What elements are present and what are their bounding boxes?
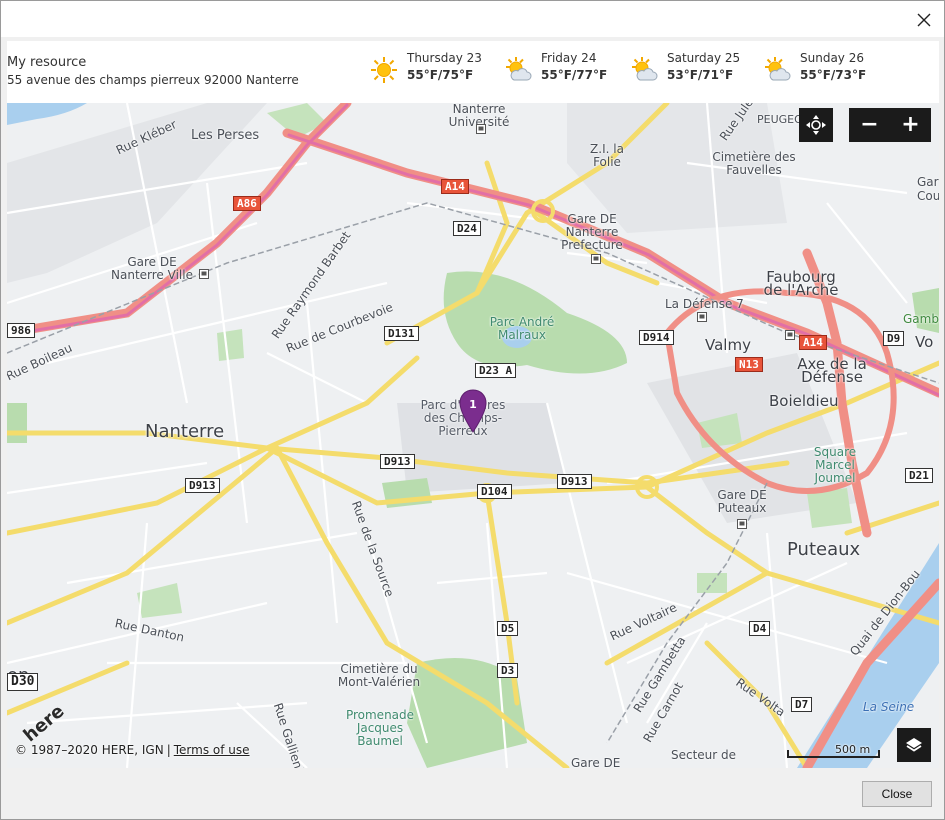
place-zi-la-folie: Z.I. la Folie — [590, 142, 624, 169]
train-station-icon — [697, 312, 707, 322]
road-shield-d913: D913 — [380, 454, 415, 469]
zoom-controls: − + — [849, 108, 931, 142]
road-shield-d9: D9 — [883, 331, 905, 346]
road-shield-d30: D30 — [7, 673, 39, 691]
close-button[interactable]: Close — [862, 781, 932, 807]
weather-temp: 55°F/75°F — [407, 68, 474, 82]
weather-temp: 55°F/77°F — [541, 68, 608, 82]
place-valmy: Valmy — [705, 336, 751, 354]
partly-cloudy-icon — [765, 57, 791, 81]
road-shield-d914: D914 — [639, 330, 674, 345]
weather-day-4: Sunday 26 55°F/73°F — [762, 51, 866, 85]
train-station-icon — [476, 124, 486, 134]
road-shield-n13: N13 — [735, 357, 763, 372]
resource-name: My resource — [7, 55, 87, 70]
station-puteaux: Gare DE Puteaux — [717, 488, 767, 515]
close-x-icon[interactable] — [907, 7, 941, 33]
station-nanterre-prefecture: Gare DE Nanterre Prefecture — [561, 212, 623, 252]
map-copyright: © 1987–2020 HERE, IGN | Terms of use — [15, 743, 250, 757]
place-les-perses: Les Perses — [191, 128, 260, 143]
layers-icon — [906, 738, 922, 752]
weather-day-label: Friday 24 — [541, 51, 597, 65]
weather-temp: 55°F/73°F — [800, 68, 867, 82]
road-shield-d21: D21 — [905, 468, 933, 483]
zoom-out-button[interactable]: − — [855, 114, 885, 136]
map-dialog: My resource 55 avenue des champs pierreu… — [0, 0, 945, 820]
marker-label: 1 — [469, 398, 477, 411]
road-shield-d104: D104 — [477, 484, 512, 499]
road-shield-d131: D131 — [384, 326, 419, 341]
layers-button[interactable] — [897, 728, 931, 762]
road-shield-a14: A14 — [441, 179, 469, 194]
place-cimetiere-des-fauvelles: Cimetière des Fauvelles — [712, 150, 796, 177]
road-shield-d7: D7 — [791, 697, 813, 712]
train-station-icon — [591, 254, 601, 264]
road-shield-a86: A86 — [233, 196, 261, 211]
sunny-icon — [371, 57, 397, 83]
weather-day-label: Thursday 23 — [407, 51, 482, 65]
place-boieldieu: Boieldieu — [769, 392, 839, 410]
road-shield-d24: D24 — [453, 221, 481, 236]
river-la-seine: La Seine — [863, 700, 915, 714]
place-puteaux: Puteaux — [787, 539, 861, 560]
weather-day-3: Saturday 25 53°F/71°F — [629, 51, 740, 85]
road-shield-d4: D4 — [749, 621, 771, 636]
pan-move-button[interactable] — [799, 108, 833, 142]
weather-day-2: Friday 24 55°F/77°F — [503, 51, 607, 85]
road-shield-986: 986 — [7, 323, 35, 338]
park-square-marcel-joumel: Square Marcel Joumel — [813, 445, 857, 485]
pan-move-icon — [806, 115, 826, 135]
place-axe-de-la-defense: Axe de la Défense — [797, 355, 867, 386]
place-cour-right: Cour — [917, 189, 939, 203]
place-faubourg-de-larche: Faubourg de l'Arche — [763, 268, 839, 299]
map-canvas[interactable]: Nanterre Puteaux Faubourg de l'Arche Axe… — [7, 103, 939, 768]
place-secteur-de: Secteur de — [671, 748, 737, 762]
station-gare-de: Gare DE — [571, 756, 621, 769]
road-shield-d913-east: D913 — [557, 474, 592, 489]
scale-bar — [787, 750, 880, 758]
road-shield-d3: D3 — [497, 663, 519, 678]
road-shield-d23a: D23 A — [475, 363, 517, 378]
weather-day-1: Thursday 23 55°F/75°F — [369, 51, 482, 85]
station-nanterre-ville: Gare DE Nanterre Ville — [111, 255, 193, 282]
partly-cloudy-icon — [506, 57, 532, 81]
place-gar-right: Gar — [917, 175, 939, 189]
place-nanterre: Nanterre — [145, 421, 225, 442]
location-marker[interactable]: 1 — [459, 389, 487, 433]
place-vo-right: Vo — [915, 333, 934, 351]
copyright-text: © 1987–2020 HERE, IGN — [15, 743, 164, 757]
park-andre-malraux: Parc André Malraux — [489, 315, 555, 342]
zoom-in-button[interactable]: + — [896, 114, 926, 136]
resource-address: 55 avenue des champs pierreux 92000 Nant… — [7, 73, 299, 87]
train-station-icon — [737, 519, 747, 529]
title-bar — [1, 1, 944, 37]
train-station-icon — [785, 330, 795, 340]
content-panel: My resource 55 avenue des champs pierreu… — [7, 41, 939, 768]
road-shield-d5: D5 — [497, 621, 519, 636]
place-gamb: Gamb — [903, 312, 939, 326]
weather-temp: 53°F/71°F — [667, 68, 734, 82]
terms-of-use-link[interactable]: Terms of use — [174, 743, 250, 757]
train-station-icon — [199, 269, 209, 279]
place-la-defense: La Défense 7 — [665, 297, 744, 311]
weather-day-label: Saturday 25 — [667, 51, 741, 65]
copyright-separator: | — [166, 743, 171, 757]
place-cimetiere-du-mont-valerien: Cimetière du Mont-Valérien — [337, 662, 421, 689]
road-shield-d913-west: D913 — [185, 478, 220, 493]
weather-day-label: Sunday 26 — [800, 51, 864, 65]
map-pin-icon — [459, 389, 487, 433]
partly-cloudy-icon — [632, 57, 658, 81]
park-promenade-jacques-baumel: Promenade Jacques Baumel — [345, 708, 415, 748]
road-shield-a14-east: A14 — [799, 335, 827, 350]
